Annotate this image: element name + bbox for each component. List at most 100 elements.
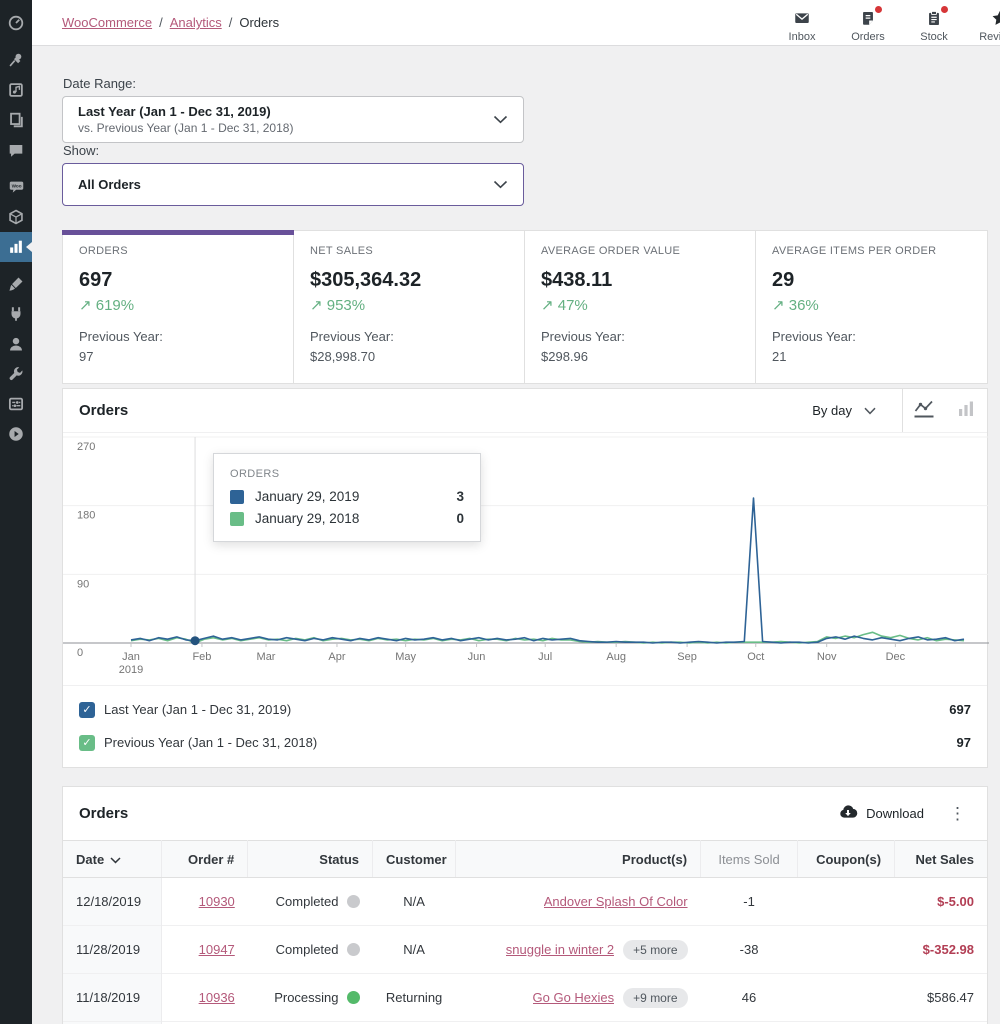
- product-link[interactable]: Go Go Hexies: [533, 990, 615, 1005]
- summary-card-orders[interactable]: ORDERS 697 ↗ 619% Previous Year:97: [63, 231, 294, 383]
- column-header-net-sales[interactable]: Net Sales: [895, 841, 987, 878]
- product-link[interactable]: Andover Splash Of Color: [544, 894, 688, 909]
- bar-chart-toggle-button[interactable]: [945, 389, 987, 432]
- cell-coupons: [798, 878, 895, 926]
- prev-year-value: $28,998.70: [310, 349, 375, 364]
- breadcrumb-link-analytics[interactable]: Analytics: [170, 15, 222, 30]
- show-select[interactable]: All Orders: [62, 163, 524, 206]
- notification-dot: [941, 6, 948, 13]
- sidebar-item-products[interactable]: [0, 202, 32, 232]
- cell-status: Completed: [248, 926, 373, 974]
- interval-value: By day: [812, 403, 852, 418]
- svg-text:Aug: Aug: [606, 651, 626, 663]
- column-header-products[interactable]: Product(s): [456, 841, 701, 878]
- activity-item-inbox[interactable]: Inbox: [769, 2, 835, 43]
- kebab-menu-button[interactable]: ⋮: [944, 805, 971, 822]
- checkbox-checked-icon[interactable]: ✓: [79, 735, 95, 751]
- analytics-orders-page: Date Range: Last Year (Jan 1 - Dec 31, 2…: [62, 76, 988, 1024]
- media-icon: [7, 81, 25, 99]
- sidebar-item-dashboard[interactable]: [0, 8, 32, 38]
- breadcrumb-separator: /: [159, 15, 163, 30]
- interval-select[interactable]: By day: [786, 389, 902, 432]
- cell-status: Processing: [248, 974, 373, 1022]
- summary-card-average-items-per-order[interactable]: AVERAGE ITEMS PER ORDER 29 ↗ 36% Previou…: [756, 231, 987, 383]
- sidebar-item-plugins[interactable]: [0, 299, 32, 329]
- card-trend-percent: 953%: [327, 297, 365, 314]
- status-label: Completed: [276, 894, 339, 909]
- chevron-down-icon: [493, 177, 508, 192]
- table-row: 11/18/2019 10936 Processing Returning Go…: [63, 974, 987, 1022]
- package-icon: [7, 208, 25, 226]
- column-header-customer[interactable]: Customer: [373, 841, 456, 878]
- prev-year-label: Previous Year:: [772, 329, 856, 344]
- sidebar-item-woocommerce[interactable]: Woo: [0, 172, 32, 202]
- sidebar-item-users[interactable]: [0, 329, 32, 359]
- admin-sidebar: Woo: [0, 0, 32, 1024]
- series-color-swatch: [230, 512, 244, 526]
- summary-card-average-order-value[interactable]: AVERAGE ORDER VALUE $438.11 ↗ 47% Previo…: [525, 231, 756, 383]
- orders-table-card: Orders Download ⋮ Date Order # Status: [62, 786, 988, 1024]
- checkbox-checked-icon[interactable]: ✓: [79, 702, 95, 718]
- product-link[interactable]: snuggle in winter 2: [506, 942, 614, 957]
- column-header-status[interactable]: Status: [248, 841, 373, 878]
- column-header-coupons[interactable]: Coupon(s): [798, 841, 895, 878]
- activity-panel: Inbox Orders Stock Reviews: [769, 2, 1000, 43]
- more-products-pill[interactable]: +9 more: [623, 988, 687, 1008]
- report-filters: Date Range: Last Year (Jan 1 - Dec 31, 2…: [62, 76, 988, 206]
- chevron-down-icon: [864, 403, 876, 418]
- user-icon: [7, 335, 25, 353]
- activity-item-reviews[interactable]: Reviews: [967, 2, 1000, 43]
- column-header-items-sold[interactable]: Items Sold: [701, 841, 798, 878]
- woocommerce-icon: Woo: [7, 178, 26, 196]
- line-chart-toggle-button[interactable]: [903, 389, 945, 432]
- pushpin-icon: [7, 51, 25, 69]
- activity-item-orders[interactable]: Orders: [835, 2, 901, 43]
- card-value: $438.11: [541, 269, 739, 292]
- svg-text:270: 270: [77, 441, 95, 453]
- sidebar-item-pages[interactable]: [0, 105, 32, 135]
- cell-products: Andover Splash Of Color: [456, 878, 701, 926]
- tooltip-title: ORDERS: [230, 468, 464, 480]
- svg-text:Jan: Jan: [122, 651, 140, 663]
- sidebar-item-tools[interactable]: [0, 359, 32, 389]
- status-dot: [347, 895, 360, 908]
- activity-item-stock[interactable]: Stock: [901, 2, 967, 43]
- order-number-link[interactable]: 10947: [199, 942, 235, 957]
- status-label: Completed: [276, 942, 339, 957]
- sidebar-item-analytics[interactable]: [0, 232, 32, 262]
- breadcrumb-separator: /: [229, 15, 233, 30]
- sidebar-item-settings[interactable]: [0, 389, 32, 419]
- notification-dot: [875, 6, 882, 13]
- cell-products: snuggle in winter 2 +5 more: [456, 926, 701, 974]
- date-range-select[interactable]: Last Year (Jan 1 - Dec 31, 2019) vs. Pre…: [62, 96, 524, 143]
- order-number-link[interactable]: 10930: [199, 894, 235, 909]
- sidebar-item-collapse[interactable]: [0, 419, 32, 449]
- breadcrumb-link-woocommerce[interactable]: WooCommerce: [62, 15, 152, 30]
- legend-label: Last Year (Jan 1 - Dec 31, 2019): [104, 702, 291, 717]
- sidebar-item-appearance[interactable]: [0, 269, 32, 299]
- chart-plot-area[interactable]: 090180270Jan2019FebMarAprMayJunJulAugSep…: [63, 433, 987, 685]
- summary-card-net-sales[interactable]: NET SALES $305,364.32 ↗ 953% Previous Ye…: [294, 231, 525, 383]
- cell-customer: N/A: [373, 878, 456, 926]
- breadcrumb-current-orders: Orders: [239, 15, 279, 30]
- download-label: Download: [866, 806, 924, 821]
- legend-item-last-year[interactable]: ✓ Last Year (Jan 1 - Dec 31, 2019) 697: [63, 693, 987, 726]
- svg-text:Mar: Mar: [257, 651, 276, 663]
- svg-text:Woo: Woo: [11, 184, 21, 189]
- table-row: 11/28/2019 10947 Completed N/A snuggle i…: [63, 926, 987, 974]
- svg-text:May: May: [395, 651, 416, 663]
- order-number-link[interactable]: 10936: [199, 990, 235, 1005]
- legend-item-previous-year[interactable]: ✓ Previous Year (Jan 1 - Dec 31, 2018) 9…: [63, 726, 987, 759]
- more-products-pill[interactable]: +5 more: [623, 940, 687, 960]
- pages-icon: [7, 111, 25, 129]
- sidebar-item-comments[interactable]: [0, 135, 32, 165]
- cell-net-sales: $586.47: [895, 974, 987, 1022]
- download-button[interactable]: Download: [838, 803, 924, 824]
- column-header-order-number[interactable]: Order #: [162, 841, 248, 878]
- card-trend-percent: 36%: [789, 297, 819, 314]
- column-header-date[interactable]: Date: [63, 841, 162, 878]
- sidebar-item-posts[interactable]: [0, 45, 32, 75]
- svg-text:90: 90: [77, 579, 89, 591]
- sidebar-item-media[interactable]: [0, 75, 32, 105]
- table-header-bar: Orders Download ⋮: [63, 787, 987, 840]
